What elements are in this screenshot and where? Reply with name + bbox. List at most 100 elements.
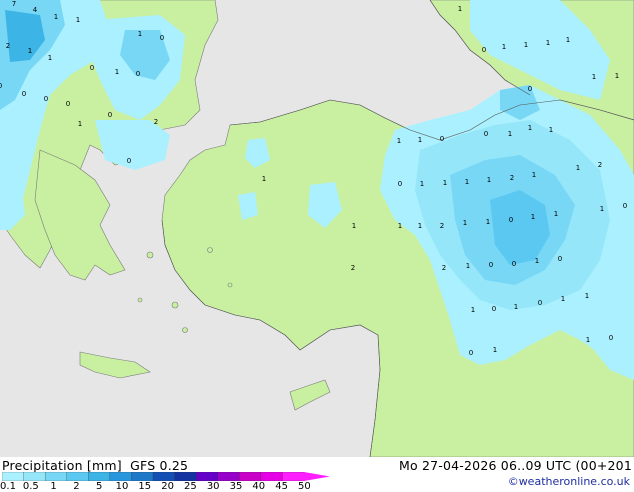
precip-value-label: 1 [592, 73, 596, 81]
colorbar-tick-label: 15 [138, 481, 152, 492]
colorbar-tick-label: 35 [229, 481, 243, 492]
precip-value-label: 0 [108, 111, 112, 119]
precip-value-label: 1 [615, 72, 619, 80]
legend-model: GFS 0.25 [130, 458, 189, 473]
colorbar-tick-label: 40 [252, 481, 266, 492]
precip-value-label: 0 [482, 46, 486, 54]
precip-value-label: 1 [487, 176, 491, 184]
colorbar-tick-label: 0.1 [0, 481, 16, 492]
precip-value-label: 1 [28, 47, 32, 55]
colorbar-tick-label: 5 [96, 481, 103, 492]
precip-value-label: 1 [549, 126, 553, 134]
colorbar-tick-label: 30 [206, 481, 220, 492]
colorbar-segment [282, 472, 305, 481]
precip-value-label: 0 [127, 157, 131, 165]
precip-value-label: 1 [508, 130, 512, 138]
precip-value-label: 2 [6, 42, 10, 50]
precip-value-label: 2 [598, 161, 602, 169]
precip-value-label: 0 [528, 85, 532, 93]
precip-value-label: 0 [440, 135, 444, 143]
precip-value-label: 2 [510, 174, 514, 182]
precip-value-label: 4 [33, 6, 38, 14]
precip-value-label: 1 [554, 210, 558, 218]
colorbar-segment [217, 472, 240, 481]
colorbar-arrow [304, 472, 330, 481]
precip-value-label: 1 [531, 213, 535, 221]
colorbar-segment [88, 472, 111, 481]
precip-value-label: 1 [466, 262, 470, 270]
precip-value-label: 0 [623, 202, 627, 210]
precip-value-label: 0 [44, 95, 48, 103]
colorbar-segment [195, 472, 219, 481]
precip-value-label: 1 [586, 336, 590, 344]
colorbar-tick-label: 50 [298, 481, 311, 492]
precip-value-label: 0 [489, 261, 493, 269]
precip-value-label: 0 [509, 216, 513, 224]
precip-value-label: 2 [154, 118, 158, 126]
precip-value-label: 0 [538, 299, 542, 307]
precip-value-label: 1 [48, 54, 52, 62]
precip-value-label: 1 [600, 205, 604, 213]
colorbar-segment [152, 472, 176, 481]
precip-value-label: 1 [502, 43, 506, 51]
precip-value-label: 2 [351, 264, 355, 272]
legend-credit[interactable]: ©weatheronline.co.uk [508, 475, 630, 488]
precip-value-label: 0 [609, 334, 613, 342]
precip-value-label: 1 [546, 39, 550, 47]
precip-value-label: 1 [418, 222, 422, 230]
precip-value-label: 1 [465, 178, 469, 186]
precip-value-label: 1 [463, 219, 467, 227]
colorbar-tick-label: 20 [161, 481, 174, 492]
precip-value-label: 1 [78, 120, 82, 128]
precip-value-label: 0 [469, 349, 473, 357]
colorbar-segment [174, 472, 197, 481]
precip-value-label: 0 [558, 255, 562, 263]
colorbar-tick-label: 1 [50, 481, 57, 492]
colorbar-segment [2, 472, 25, 481]
colorbar-tick-label: 2 [73, 481, 80, 492]
precip-value-label: 1 [532, 171, 536, 179]
precip-value-label: 1 [420, 180, 424, 188]
precip-value-label: 0 [492, 305, 496, 313]
precip-value-label: 1 [514, 303, 518, 311]
precip-value-label: 1 [138, 30, 142, 38]
precip-value-label: 0 [398, 180, 402, 188]
precip-value-label: 1 [398, 222, 402, 230]
precip-value-label: 0 [136, 70, 140, 78]
colorbar-tick-label: 25 [184, 481, 197, 492]
precip-value-label: 1 [493, 346, 497, 354]
precip-value-label: 1 [352, 222, 356, 230]
colorbar [2, 472, 330, 481]
precip-value-label: 1 [566, 36, 570, 44]
precip-value-label: 0 [90, 64, 94, 72]
colorbar-tick-label: 45 [275, 481, 288, 492]
precip-value-label: 1 [262, 175, 266, 183]
precip-value-label: 1 [561, 295, 565, 303]
precip-value-label: 1 [524, 41, 528, 49]
precip-value-label: 1 [535, 257, 539, 265]
colorbar-segment [66, 472, 89, 481]
precip-value-label: 0 [0, 82, 2, 90]
precip-value-label: 1 [471, 306, 475, 314]
colorbar-tick-label: 0.5 [22, 481, 39, 492]
colorbar-segment [260, 472, 284, 481]
precip-value-label: 1 [486, 218, 490, 226]
colorbar-segment [131, 472, 154, 481]
colorbar-segment [239, 472, 262, 481]
precip-value-label: 7 [12, 0, 16, 8]
colorbar-tick-label: 10 [115, 481, 129, 492]
precip-value-label: 1 [115, 68, 119, 76]
legend-datetime: Mo 27-04-2026 06..09 UTC (00+201 [398, 458, 632, 473]
precip-value-label: 1 [76, 16, 80, 24]
precip-value-label: 1 [54, 13, 58, 21]
precip-value-label: 1 [576, 164, 580, 172]
precip-value-label: 1 [528, 124, 532, 132]
precip-value-label: 1 [397, 137, 401, 145]
precip-value-label: 0 [66, 100, 70, 108]
precip-value-label: 1 [458, 5, 462, 13]
precip-value-label: 1 [418, 136, 422, 144]
colorbar-segment [23, 472, 46, 481]
precip-value-label: 0 [484, 130, 488, 138]
precip-value-label: 1 [443, 179, 447, 187]
colorbar-segment [109, 472, 133, 481]
